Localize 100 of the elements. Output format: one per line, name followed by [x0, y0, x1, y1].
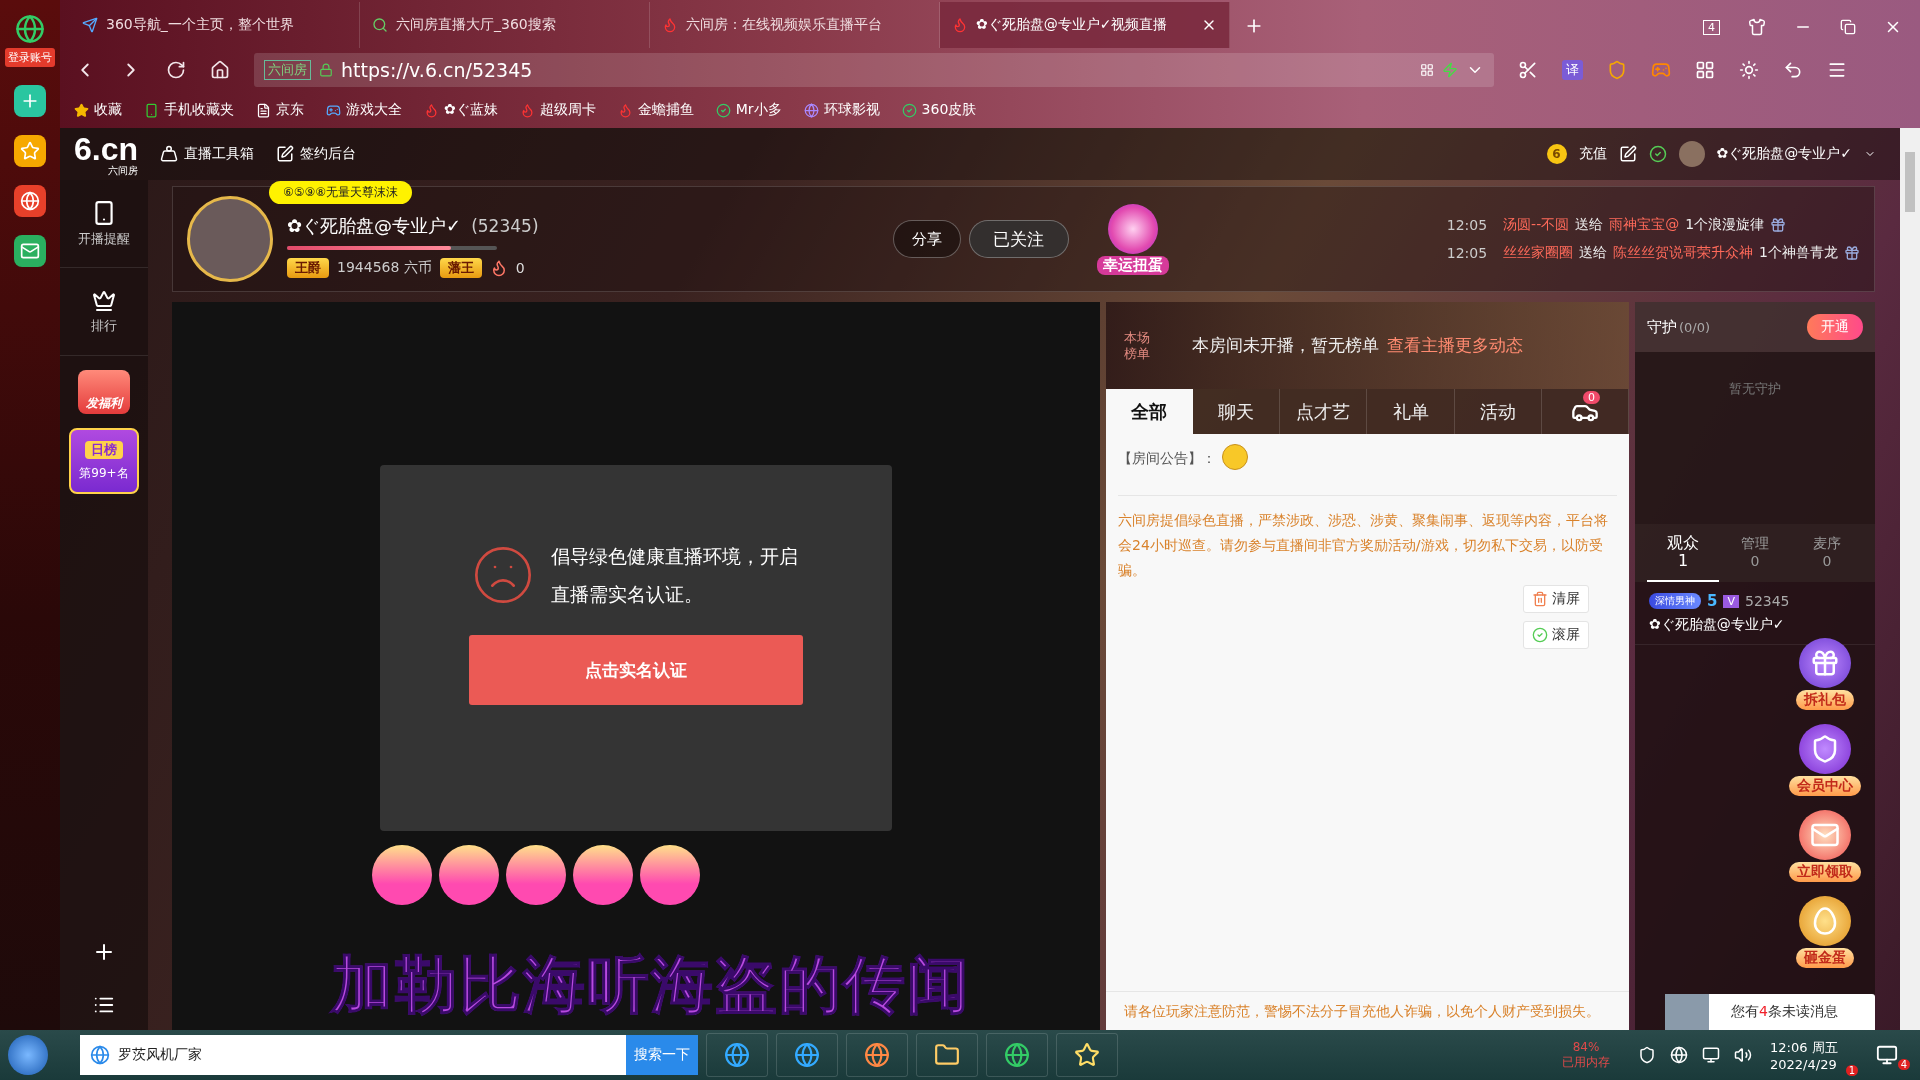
grid-icon[interactable] — [1695, 60, 1715, 80]
rank-text: 本房间未开播，暂无榜单 — [1192, 334, 1379, 357]
undo-icon[interactable] — [1783, 60, 1803, 80]
bookmark-link[interactable]: 环球影视 — [803, 101, 880, 119]
scroll-button[interactable]: 滚屏 — [1523, 621, 1589, 649]
qr-icon[interactable] — [1420, 63, 1434, 77]
folder-icon[interactable] — [916, 1033, 978, 1077]
bookmark-link[interactable]: Mr小多 — [715, 101, 782, 119]
recharge-link[interactable]: 充值 — [1578, 145, 1607, 163]
promo-art-icon[interactable] — [1799, 724, 1851, 774]
edit-icon — [276, 145, 295, 163]
translate-button[interactable]: 译 — [1562, 60, 1583, 80]
home-icon[interactable] — [210, 60, 230, 80]
app-icon[interactable] — [846, 1033, 908, 1077]
bookmark-link[interactable]: 游戏大全 — [326, 101, 402, 119]
fire-count: 0 — [515, 260, 525, 276]
scissors-icon[interactable] — [1518, 60, 1538, 80]
unread-panel[interactable]: 您有4条未读消息 — [1665, 994, 1875, 1030]
promo-art-icon[interactable] — [1799, 896, 1851, 946]
bookmark-link[interactable]: 收藏 — [74, 101, 122, 119]
volume-icon[interactable] — [1734, 1046, 1752, 1064]
receiver-name: 陈丝丝贺说哥荣升众神 — [1613, 244, 1754, 262]
logo-text[interactable]: 6.cn — [74, 132, 139, 165]
daily-rank-badge[interactable]: 日榜 第99+名 — [69, 428, 139, 494]
nav-item[interactable]: 开播提醒 — [60, 180, 148, 268]
rank-link[interactable]: 查看主播更多动态 — [1387, 334, 1523, 357]
taskbar-search[interactable]: 罗茨风机厂家 搜索一下 — [80, 1035, 698, 1075]
follow-button[interactable]: 已关注 — [968, 220, 1069, 258]
bookmark-link[interactable]: 京东 — [256, 101, 304, 119]
promo-label[interactable]: 会员中心 — [1789, 776, 1861, 796]
reload-icon[interactable] — [166, 60, 186, 80]
monitor-icon[interactable] — [1702, 1046, 1720, 1064]
app-icon[interactable] — [1056, 1033, 1118, 1077]
browser-icon[interactable] — [986, 1033, 1048, 1077]
flame-icon — [617, 102, 633, 118]
viewer-tab[interactable]: 麦序 0 — [1791, 524, 1863, 582]
check-icon[interactable] — [1648, 145, 1667, 163]
edit-icon[interactable] — [1618, 145, 1637, 163]
notification-icon[interactable] — [1876, 1044, 1898, 1066]
flame-icon — [424, 102, 439, 118]
shirt-icon[interactable] — [1748, 18, 1766, 36]
search-icon — [372, 17, 388, 33]
coin-count: 1944568 六币 — [337, 259, 432, 277]
gradient-dot — [372, 845, 432, 905]
search-button[interactable]: 搜索一下 — [626, 1035, 698, 1075]
share-button[interactable]: 分享 — [892, 220, 961, 258]
login-label[interactable]: 登录账号 — [5, 48, 55, 67]
app-icon[interactable] — [706, 1033, 768, 1077]
daily-rank-title: 日榜 — [85, 440, 123, 459]
count-badge: 1 — [1845, 1065, 1858, 1076]
nav-item[interactable]: 排行 — [60, 268, 148, 356]
shield-icon[interactable] — [1638, 1046, 1656, 1064]
viewer-tab[interactable]: 管理 0 — [1719, 524, 1791, 582]
sender-name: 丝丝家圈圈 — [1503, 244, 1574, 262]
toolbar-link[interactable]: 签约后台 — [276, 145, 357, 163]
feed-time: 12:05 — [1446, 217, 1488, 233]
star-tile-icon[interactable] — [14, 135, 46, 167]
menu-icon[interactable] — [1827, 60, 1847, 80]
clock[interactable]: 12:06 周五 2022/4/29 — [1770, 1038, 1838, 1072]
username[interactable]: ✿ぐ死胎盘@专业户✓ — [1716, 145, 1852, 163]
globe-icon[interactable] — [1670, 1046, 1688, 1064]
sun-icon[interactable] — [1739, 60, 1759, 80]
bookmark-link[interactable]: 金蟾捕鱼 — [617, 101, 694, 119]
welfare-button[interactable]: 发福利 — [78, 370, 130, 414]
browser-tab[interactable]: 六间房直播大厅_360搜索 — [360, 2, 650, 48]
coin-icon: 6 — [1546, 144, 1567, 164]
viewer-name[interactable]: ✿ぐ死胎盘@专业户✓ — [1649, 616, 1861, 634]
lucky-egg-label[interactable]: 幸运扭蛋 — [1096, 255, 1169, 275]
browser-tab[interactable]: 360导航_一个主页，整个世界 — [70, 2, 360, 48]
chat-tab[interactable]: 全部 — [1106, 389, 1194, 434]
browser-tab[interactable]: ✿ぐ死胎盘@专业户✓视频直播 — [940, 2, 1230, 48]
clear-button[interactable]: 清屏 — [1523, 585, 1589, 613]
guard-title: 守护 — [1647, 317, 1677, 337]
promo-label[interactable]: 立即领取 — [1789, 862, 1861, 882]
bookmark-link[interactable]: 360皮肤 — [901, 101, 977, 119]
empty-text: 暂无守护 — [1729, 380, 1781, 398]
viewer-id: 52345 — [1744, 593, 1790, 609]
rank-label[interactable]: 本场榜单 — [1124, 329, 1154, 362]
restore-icon[interactable] — [1840, 19, 1856, 35]
bookmark-link[interactable]: 手机收藏夹 — [144, 101, 234, 119]
mail-tile-icon[interactable] — [14, 235, 46, 267]
promo-label[interactable]: 砸金蛋 — [1796, 948, 1854, 968]
address-field[interactable]: 六间房 https://v.6.cn/52345 — [254, 53, 1494, 87]
browser-icon[interactable] — [776, 1033, 838, 1077]
browser-logo-icon[interactable] — [15, 14, 45, 44]
bookmark-link[interactable]: 超级周卡 — [519, 101, 596, 119]
promo-art-icon[interactable] — [1799, 638, 1851, 688]
gradient-dot — [506, 845, 566, 905]
start-button[interactable] — [8, 1035, 48, 1075]
star-icon — [74, 102, 89, 118]
browser-icon — [90, 1045, 110, 1065]
app-tile-icon[interactable] — [14, 85, 46, 117]
promo-art-icon[interactable] — [1799, 810, 1851, 860]
promo-label[interactable]: 拆礼包 — [1796, 690, 1854, 710]
viewer-tab[interactable]: 观众 1 — [1647, 524, 1719, 582]
site-label: 六间房 — [264, 60, 311, 80]
tab-count[interactable]: 4 — [1703, 19, 1720, 35]
bookmark-link[interactable]: ✿ぐ蓝妹 — [424, 101, 498, 119]
feed-verb: 送给 — [1575, 216, 1604, 234]
toolbar-link[interactable]: 直播工具箱 — [160, 145, 255, 163]
